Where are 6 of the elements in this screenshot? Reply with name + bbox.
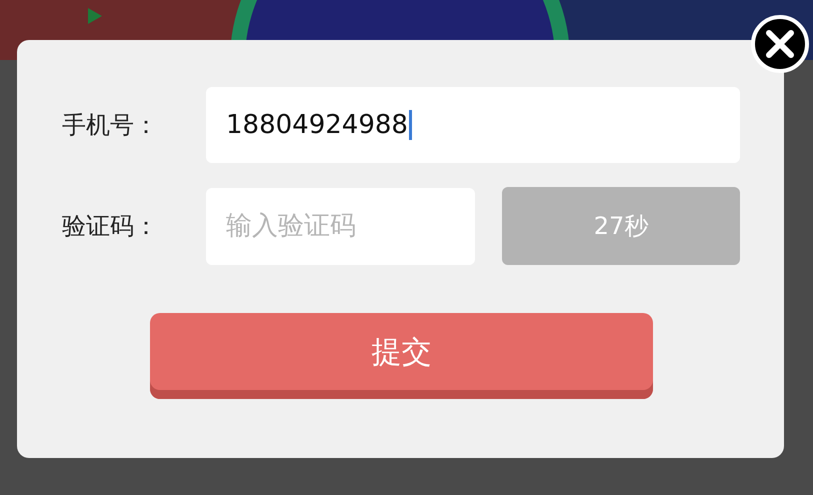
code-label: 验证码： [62, 211, 159, 242]
phone-label: 手机号： [62, 110, 159, 141]
phone-field[interactable]: 18804924988 [206, 87, 740, 163]
code-field[interactable]: 输入验证码 [206, 188, 475, 264]
close-icon [765, 29, 795, 59]
submit-button[interactable]: 提交 [150, 313, 653, 399]
